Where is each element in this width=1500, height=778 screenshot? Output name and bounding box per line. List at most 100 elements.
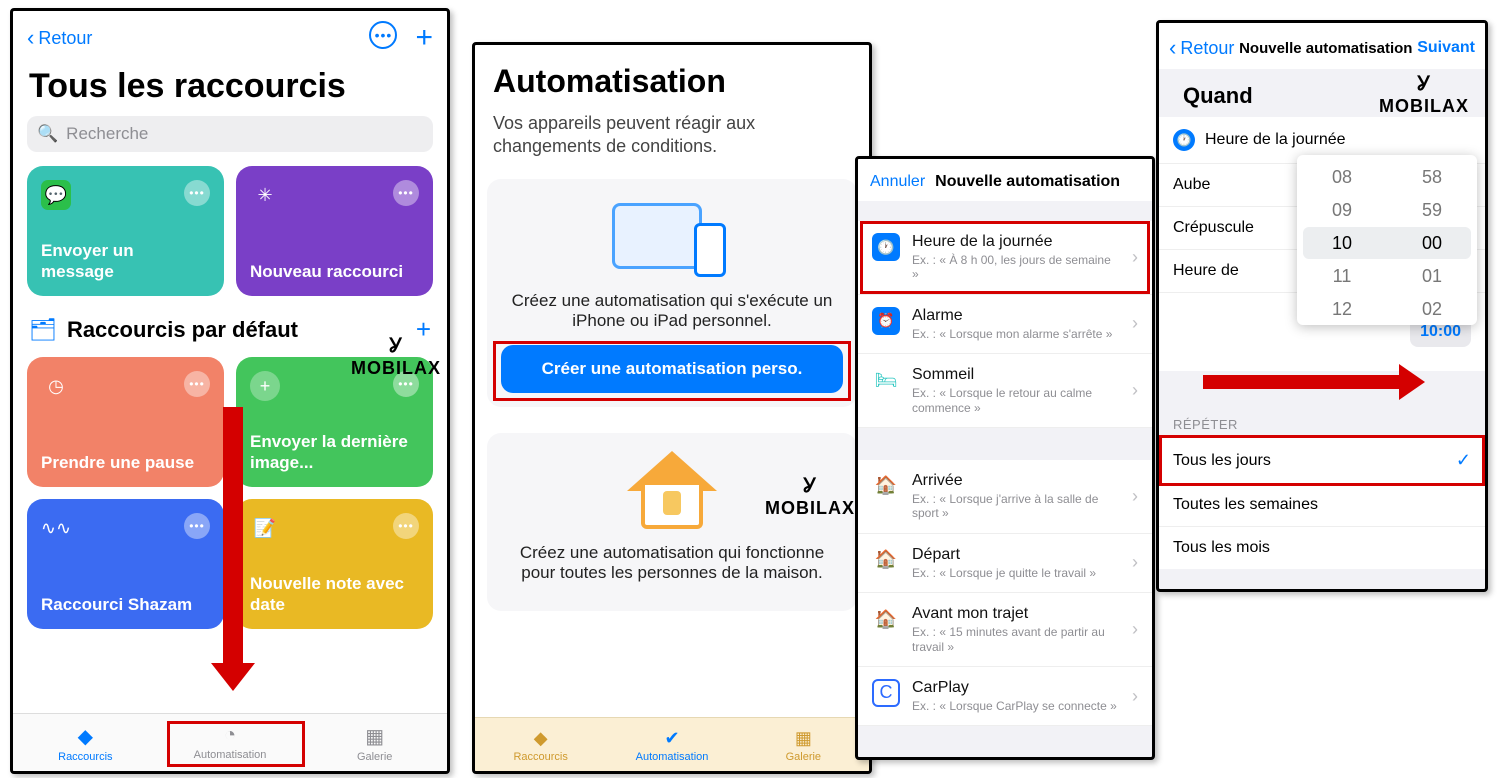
timer-icon: ◷ [41, 371, 71, 401]
shortcut-tile[interactable]: ∿∿ ••• Raccourci Shazam [27, 499, 224, 629]
sparkle-icon: ✳ [250, 180, 280, 210]
home-arrive-icon: 🏠 [872, 472, 900, 500]
picker-hours[interactable]: 08 09 10 11 12 [1297, 155, 1387, 325]
tab-automation[interactable]: ✔Automatisation [606, 718, 737, 771]
clock-icon: 🕐 [872, 233, 900, 261]
shortcut-tile[interactable]: 💬••• Envoyer un message [27, 166, 224, 296]
time-picker[interactable]: 08 09 10 11 12 58 59 00 01 02 [1297, 155, 1477, 325]
card-description: Créez une automatisation qui fonctionne … [501, 543, 843, 583]
more-icon[interactable]: ••• [369, 21, 397, 49]
chevron-right-icon: › [1132, 247, 1138, 268]
row-title: CarPlay [912, 679, 1120, 697]
tile-more-icon[interactable]: ••• [393, 513, 419, 539]
row-label: Heure de la journée [1205, 131, 1346, 149]
tile-more-icon[interactable]: ••• [184, 371, 210, 397]
stack-icon: ◆ [475, 728, 606, 749]
shortcut-tile[interactable]: ◷ ••• Prendre une pause [27, 357, 224, 487]
back-button[interactable]: ‹ Retour [27, 25, 92, 51]
row-example: Ex. : « À 8 h 00, les jours de semaine » [912, 253, 1120, 282]
page-title: Nouvelle automatisation [935, 173, 1120, 191]
repeat-monthly[interactable]: Tous les mois [1159, 527, 1485, 569]
waveform-icon: ∿∿ [41, 513, 71, 543]
tile-label: Nouveau raccourci [250, 262, 419, 282]
tab-shortcuts[interactable]: ◆Raccourcis [475, 718, 606, 771]
tab-bar: ◆Raccourcis ◔ Automatisation ▦Galerie [13, 713, 447, 771]
tab-label: Automatisation [636, 751, 709, 763]
shortcut-grid: 💬••• Envoyer un message ✳••• Nouveau rac… [13, 152, 447, 310]
chevron-left-icon: ‹ [27, 25, 34, 51]
screen-shortcuts: ‹ Retour ••• + Tous les raccourcis 🔍 Rec… [10, 8, 450, 774]
search-input[interactable]: 🔍 Recherche [27, 116, 433, 152]
gallery-icon: ▦ [738, 728, 869, 749]
option-label: Tous les jours [1173, 452, 1271, 470]
tile-more-icon[interactable]: ••• [184, 513, 210, 539]
trigger-alarm[interactable]: ⏰ AlarmeEx. : « Lorsque mon alarme s'arr… [858, 295, 1152, 354]
tab-gallery[interactable]: ▦ Galerie [738, 718, 869, 771]
repeat-daily[interactable]: Tous les jours ✓ [1159, 438, 1485, 484]
chevron-right-icon: › [1132, 686, 1138, 707]
row-example: Ex. : « Lorsque j'arrive à la salle de s… [912, 492, 1120, 521]
row-title: Heure de la journée [912, 233, 1120, 251]
picker-minutes[interactable]: 58 59 00 01 02 [1387, 155, 1477, 325]
option-label: Crépuscule [1173, 219, 1254, 237]
devices-icon [612, 197, 732, 277]
trigger-time-of-day[interactable]: 🕐 Heure de la journée Ex. : « À 8 h 00, l… [858, 221, 1152, 295]
stack-icon: ◆ [13, 724, 158, 749]
trigger-sleep[interactable]: 🛏 Sommeil Ex. : « Lorsque le retour au ca… [858, 354, 1152, 428]
chevron-right-icon: › [1132, 619, 1138, 640]
plus-icon[interactable]: + [415, 21, 433, 55]
tile-label: Envoyer la dernière image... [250, 432, 419, 473]
row-example: Ex. : « 15 minutes avant de partir au tr… [912, 625, 1120, 654]
row-example: Ex. : « Lorsque mon alarme s'arrête » [912, 327, 1120, 341]
trigger-before-commute[interactable]: 🏠 Avant mon trajetEx. : « 15 minutes ava… [858, 593, 1152, 667]
repeat-weekly[interactable]: Toutes les semaines [1159, 484, 1485, 527]
row-example: Ex. : « Lorsque le retour au calme comme… [912, 386, 1120, 415]
repeat-panel: Tous les jours ✓ Toutes les semaines Tou… [1159, 438, 1485, 569]
row-example: Ex. : « Lorsque CarPlay se connecte » [912, 699, 1120, 713]
page-subtitle: Vos appareils peuvent réagir aux changem… [493, 112, 851, 159]
trigger-carplay[interactable]: C CarPlay Ex. : « Lorsque CarPlay se conn… [858, 667, 1152, 726]
tab-label: Automatisation [194, 749, 267, 761]
home-leave-icon: 🏠 [872, 546, 900, 574]
trigger-leave[interactable]: 🏠 DépartEx. : « Lorsque je quitte le tra… [858, 534, 1152, 593]
arrow-right-annotation [1203, 375, 1403, 389]
trigger-list-2: 🏠 ArrivéeEx. : « Lorsque j'arrive à la s… [858, 460, 1152, 726]
screen-time-config: ‹Retour Nouvelle automatisation Suivant … [1156, 20, 1488, 592]
watermark: ỾMOBILAX [765, 471, 855, 519]
create-personal-automation-button[interactable]: Créer une automatisation perso. [501, 345, 843, 393]
card-description: Créez une automatisation qui s'exécute u… [501, 291, 843, 331]
tile-label: Nouvelle note avec date [250, 574, 419, 615]
home-icon [627, 451, 717, 529]
shortcut-tile[interactable]: ✳ ••• Nouveau raccourci [236, 166, 433, 296]
shortcut-tile[interactable]: 📝••• Nouvelle note avec date [236, 499, 433, 629]
clock-icon: ◔ [158, 724, 303, 747]
nav-bar: Annuler Nouvelle automatisation [858, 159, 1152, 201]
bed-icon: 🛏 [872, 366, 900, 394]
tile-label: Raccourci Shazam [41, 595, 210, 615]
clock-icon: 🕐 [1173, 129, 1195, 151]
chevron-right-icon: › [1132, 486, 1138, 507]
tab-label: Galerie [786, 751, 821, 763]
back-button[interactable]: ‹Retour [1169, 35, 1234, 61]
row-title: Sommeil [912, 366, 1120, 384]
messages-icon: 💬 [41, 180, 71, 210]
personal-automation-card: Créez une automatisation qui s'exécute u… [487, 179, 857, 407]
option-label: Toutes les semaines [1173, 496, 1318, 514]
chevron-right-icon: › [1132, 313, 1138, 334]
back-label: Retour [1180, 38, 1234, 59]
tab-gallery[interactable]: ▦Galerie [302, 714, 447, 771]
trigger-arrive[interactable]: 🏠 ArrivéeEx. : « Lorsque j'arrive à la s… [858, 460, 1152, 534]
tile-more-icon[interactable]: ••• [184, 180, 210, 206]
tab-shortcuts[interactable]: ◆Raccourcis [13, 714, 158, 771]
nav-bar: ‹ Retour ••• + [13, 11, 447, 61]
tile-label: Prendre une pause [41, 453, 210, 473]
tab-automation[interactable]: ◔ Automatisation [158, 714, 303, 771]
carplay-icon: C [872, 679, 900, 707]
tile-more-icon[interactable]: ••• [393, 180, 419, 206]
row-title: Avant mon trajet [912, 605, 1120, 623]
cancel-button[interactable]: Annuler [870, 173, 925, 191]
trigger-list: 🕐 Heure de la journée Ex. : « À 8 h 00, l… [858, 221, 1152, 428]
watermark: ỾMOBILAX [351, 331, 441, 379]
screen-automation-intro: Automatisation Vos appareils peuvent réa… [472, 42, 872, 774]
next-button[interactable]: Suivant [1417, 39, 1475, 57]
